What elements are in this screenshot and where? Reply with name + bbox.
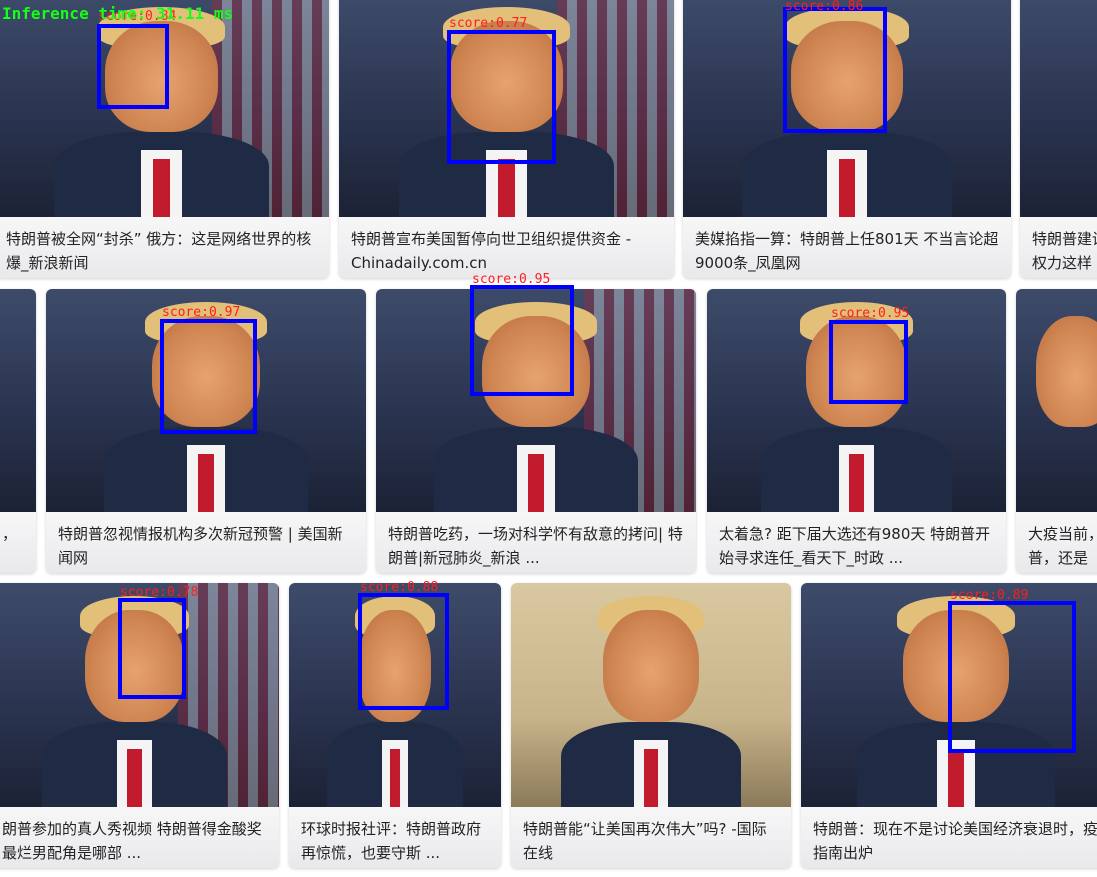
result-card[interactable]: 特朗普建设 权力这样 [1020,0,1097,278]
result-caption: 特朗普被全网“封杀” 俄方：这是网络世界的核爆_新浪新闻 [0,217,329,278]
result-image [511,583,791,807]
detection-score: score:0.97 [162,305,241,320]
result-card[interactable]: 大疫当前， 普，还是 [1016,289,1097,573]
detection-box [447,30,556,164]
detection-score: score:0.77 [449,16,528,31]
detection-score: score:0.78 [120,585,199,600]
result-caption: 特朗普宣布美国暂停向世卫组织提供资金 - Chinadaily.com.cn [339,217,674,278]
result-caption: 特朗普建设 权力这样 [1020,217,1097,278]
detection-score: score:0.89 [950,588,1029,603]
inference-time-label: Inference time: 31.11 ms [2,4,234,23]
result-caption: 美媒掐指一算：特朗普上任801天 不当言论超9000条_凤凰网 [683,217,1011,278]
result-caption: 朗普参加的真人秀视频 特朗普得金酸奖最烂男配角是哪部 ... [0,807,279,868]
result-caption: 特朗普能“让美国再次伟大”吗? -国际在线 [511,807,791,868]
detection-score: score:0.95 [472,272,551,287]
detection-score: score:0.95 [831,306,910,321]
detection-score: score:0.88 [360,580,439,595]
result-card[interactable]: ， [0,289,36,573]
result-card[interactable]: 特朗普能“让美国再次伟大”吗? -国际在线 [511,583,791,868]
result-caption: 特朗普：现在不是讨论美国经济衰退时，疫指南出炉 [801,807,1097,868]
result-caption: ， [0,512,36,573]
result-image [0,289,36,512]
detection-box [470,285,574,396]
result-caption: 太着急? 距下届大选还有980天 特朗普开始寻求连任_看天下_时政 ... [707,512,1006,573]
detection-box [97,24,169,109]
detection-score: score:0.86 [785,0,864,14]
result-image [1020,0,1097,217]
detection-box [783,7,887,133]
result-caption: 环球时报社评：特朗普政府再惊慌，也要守斯 ... [289,807,501,868]
result-caption: 特朗普吃药，一场对科学怀有敌意的拷问| 特朗普|新冠肺炎_新浪 ... [376,512,696,573]
result-image [1016,289,1097,512]
detection-box [358,593,449,710]
detection-box [829,320,908,404]
result-caption: 大疫当前， 普，还是 [1016,512,1097,573]
detection-box [948,601,1076,753]
detection-box [118,598,186,699]
result-caption: 特朗普忽视情报机构多次新冠预警 | 美国新闻网 [46,512,366,573]
detection-box [160,319,257,434]
